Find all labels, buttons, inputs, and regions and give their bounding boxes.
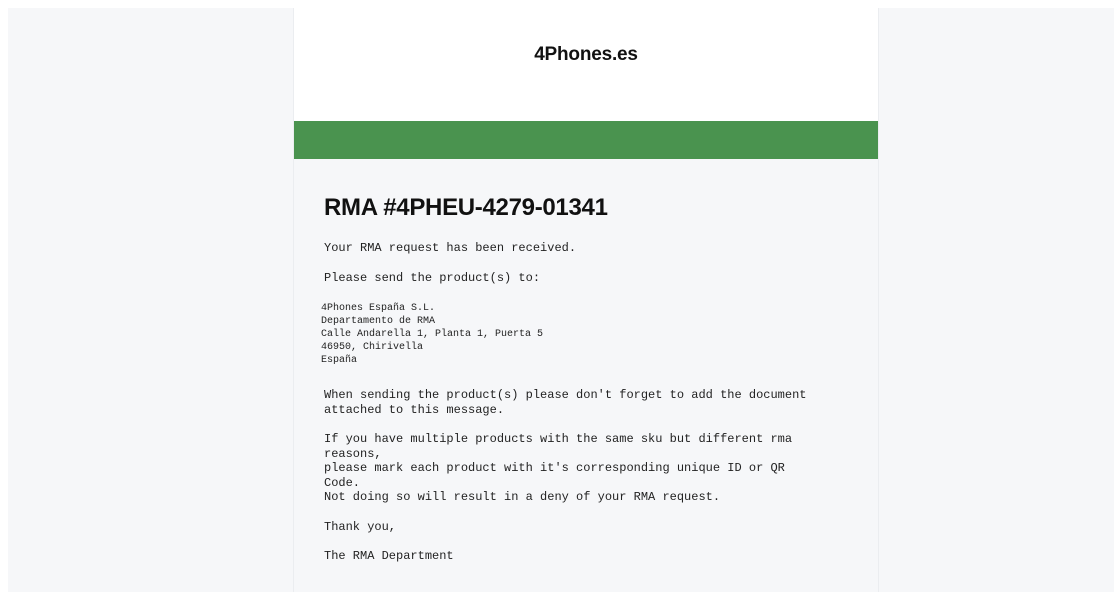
address-line: 46950, Chirivella — [321, 342, 424, 353]
document-notice: When sending the product(s) please don't… — [324, 388, 807, 417]
address-line: España — [321, 355, 358, 366]
address-line: Calle Andarella 1, Planta 1, Puerta 5 — [321, 329, 544, 340]
signature-text: The RMA Department — [324, 549, 454, 563]
shipping-address: 4Phones España S.L. Departamento de RMA … — [321, 302, 851, 367]
address-line: 4Phones España S.L. — [321, 303, 436, 314]
address-line: Departamento de RMA — [321, 316, 436, 327]
thanks-text: Thank you, — [324, 520, 397, 534]
received-text: Your RMA request has been received. — [324, 241, 577, 255]
multiple-products-notice: If you have multiple products with the s… — [324, 432, 793, 504]
email-container: 4Phones.es RMA #4PHEU-4279-01341 Your RM… — [293, 8, 879, 592]
rma-title: RMA #4PHEU-4279-01341 — [324, 194, 608, 221]
brand-title: 4Phones.es — [534, 44, 638, 65]
email-header: 4Phones.es — [294, 8, 878, 121]
send-to-text: Please send the product(s) to: — [324, 271, 541, 285]
accent-band — [294, 121, 878, 159]
